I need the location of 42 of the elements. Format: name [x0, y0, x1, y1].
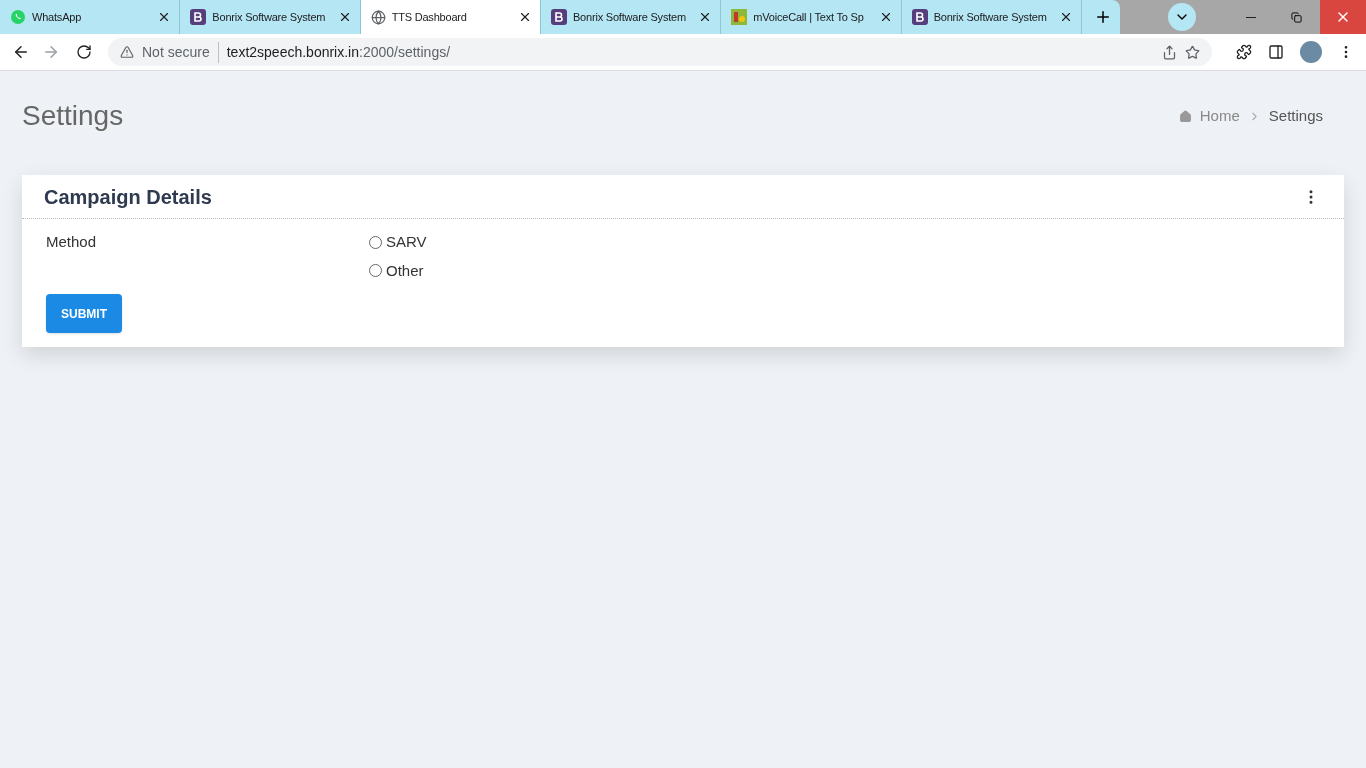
tab-title: Bonrix Software System — [933, 9, 1048, 25]
page-title: Settings — [22, 99, 124, 133]
tab-title: mVoiceCall | Text To Sp — [753, 9, 865, 25]
breadcrumb-current: Settings — [1268, 105, 1323, 126]
tab-search-button[interactable] — [1167, 3, 1196, 31]
profile-avatar[interactable] — [1300, 41, 1322, 63]
chat-bubble-icon — [10, 9, 26, 25]
card-title: Campaign Details — [44, 184, 212, 210]
side-panel-icon[interactable] — [1268, 44, 1284, 60]
close-icon[interactable] — [518, 10, 532, 24]
globe-icon — [370, 9, 386, 25]
browser-tab[interactable]: Bonrix Software System — [180, 0, 361, 34]
radio-option[interactable]: Other — [369, 259, 427, 282]
security-label: Not secure — [142, 41, 219, 63]
letter-logo-icon — [190, 9, 207, 25]
tab-title: WhatsApp — [32, 9, 83, 25]
browser-tab[interactable]: Bonrix Software System — [901, 0, 1082, 34]
browser-tab[interactable]: mVoiceCall | Text To Sp — [721, 0, 902, 34]
bookmark-star-icon[interactable] — [1185, 44, 1200, 60]
browser-tab[interactable]: WhatsApp — [0, 0, 181, 34]
tab-title: Bonrix Software System — [212, 9, 327, 25]
tab-title: Bonrix Software System — [573, 9, 687, 25]
letter-logo-icon — [911, 9, 928, 25]
browser-tab[interactable]: TTS Dashboard — [360, 0, 541, 34]
submit-button[interactable]: SUBMIT — [46, 294, 122, 333]
extensions-icon[interactable] — [1236, 44, 1252, 60]
forward-icon[interactable] — [42, 43, 60, 61]
reload-icon[interactable] — [76, 44, 92, 60]
minimize-icon — [1245, 16, 1256, 18]
url-text: text2speech.bonrix.in:2000/settings/ — [226, 42, 451, 62]
picture-icon — [731, 9, 748, 25]
restore-icon — [1291, 11, 1303, 23]
tab-title: TTS Dashboard — [391, 9, 468, 25]
home-icon — [1178, 109, 1192, 123]
warning-icon — [120, 45, 134, 59]
radio-option[interactable]: SARV — [369, 231, 427, 254]
browser-tab[interactable]: Bonrix Software System — [541, 0, 722, 34]
share-icon[interactable] — [1162, 44, 1177, 60]
back-icon[interactable] — [12, 43, 30, 61]
letter-logo-icon — [551, 9, 567, 25]
address-bar[interactable]: Not secure text2speech.bonrix.in:2000/settings/ — [108, 38, 1212, 66]
field-label: Method — [46, 232, 98, 252]
